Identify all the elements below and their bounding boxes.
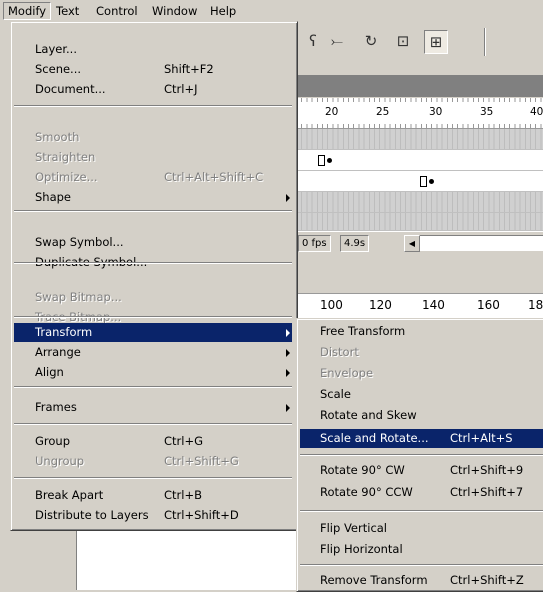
ruler-label: 25	[376, 106, 390, 118]
menu-item-align[interactable]: Align	[14, 363, 292, 382]
menu-separator	[14, 262, 292, 264]
menu-item-scene[interactable]: Scene... Shift+F2	[14, 60, 292, 79]
menu-item-swap-symbol[interactable]: Swap Symbol...	[14, 233, 292, 252]
menu-item-arrange[interactable]: Arrange	[14, 343, 292, 362]
elapsed-time-readout: 4.9s	[340, 235, 370, 252]
ruler-label: 20	[325, 106, 339, 118]
ruler-label: 35	[480, 106, 494, 118]
menu-item-swap-bitmap[interactable]: Swap Bitmap...	[14, 288, 292, 307]
timeline-scrollbar[interactable]	[420, 235, 543, 251]
submenu-arrow-icon	[286, 329, 290, 337]
stage-ruler: 100 120 140 160 180	[296, 293, 543, 318]
submenu-arrow-icon	[286, 369, 290, 377]
keyframe[interactable]	[318, 155, 325, 166]
menu-item-rotate-90-cw[interactable]: Rotate 90° CW Ctrl+Shift+9	[300, 461, 543, 480]
canvas-area	[76, 530, 297, 590]
menu-item-flip-vertical[interactable]: Flip Vertical	[300, 519, 543, 538]
timeline-status-bar: 0 fps 4.9s ◀	[296, 231, 543, 254]
menu-item-straighten[interactable]: Straighten	[14, 148, 292, 167]
menu-separator	[14, 210, 292, 212]
menu-item-free-transform[interactable]: Free Transform	[300, 322, 543, 341]
menu-item-envelope[interactable]: Envelope	[300, 364, 543, 383]
menu-item-rotate-and-skew[interactable]: Rotate and Skew	[300, 406, 543, 425]
menu-item-group[interactable]: Group Ctrl+G	[14, 432, 292, 451]
layer-row[interactable]	[296, 192, 543, 213]
menu-item-shape[interactable]: Shape	[14, 188, 292, 207]
layer-row[interactable]	[296, 213, 543, 231]
menu-separator	[14, 423, 292, 425]
menu-item-ungroup[interactable]: Ungroup Ctrl+Shift+G	[14, 452, 292, 471]
menu-item-transform[interactable]: Transform	[14, 323, 292, 342]
keyframe-dot	[327, 158, 332, 163]
menu-item-distort[interactable]: Distort	[300, 343, 543, 362]
scroll-left-arrow-icon[interactable]: ◀	[404, 235, 420, 252]
menu-help[interactable]: Help	[206, 3, 240, 19]
toolbar-separator	[484, 28, 486, 56]
menu-bar: Modify Text Control Window Help	[0, 0, 543, 22]
fps-readout: 0 fps	[298, 235, 331, 252]
transform-submenu: Free Transform Distort Envelope Scale Ro…	[296, 318, 543, 592]
menu-item-scale[interactable]: Scale	[300, 385, 543, 404]
scale-icon[interactable]: ⊡	[392, 30, 414, 52]
layer-row[interactable]	[296, 150, 543, 171]
menu-item-frames[interactable]: Frames	[14, 398, 292, 417]
menu-item-flip-horizontal[interactable]: Flip Horizontal	[300, 540, 543, 559]
menu-item-distribute-to-layers[interactable]: Distribute to Layers Ctrl+Shift+D	[14, 506, 292, 525]
main-toolbar: ʕ ⤚ ↻ ⊡ ⊞	[296, 22, 543, 74]
keyframe[interactable]	[420, 176, 427, 187]
menu-text[interactable]: Text	[52, 3, 83, 19]
menu-separator	[300, 564, 543, 566]
submenu-arrow-icon	[286, 349, 290, 357]
keyframe-dot	[429, 179, 434, 184]
menu-item-smooth[interactable]: Smooth	[14, 128, 292, 147]
menu-item-scale-and-rotate[interactable]: Scale and Rotate... Ctrl+Alt+S	[300, 429, 543, 448]
menu-separator	[14, 386, 292, 388]
submenu-arrow-icon	[286, 194, 290, 202]
ruler-ticks-bottom	[296, 124, 543, 128]
menu-control[interactable]: Control	[92, 3, 142, 19]
rotate-icon[interactable]: ↻	[360, 30, 382, 52]
menu-item-break-apart[interactable]: Break Apart Ctrl+B	[14, 486, 292, 505]
menu-item-rotate-90-ccw[interactable]: Rotate 90° CCW Ctrl+Shift+7	[300, 483, 543, 502]
modify-menu: Layer... Scene... Shift+F2 Document... Ctr…	[10, 21, 298, 531]
stage-ruler-label: 180	[528, 298, 543, 312]
stage-ruler-label: 160	[477, 298, 500, 312]
stage-ruler-label: 120	[369, 298, 392, 312]
stage-ruler-label: 100	[320, 298, 343, 312]
stage-ruler-label: 140	[422, 298, 445, 312]
menu-item-document[interactable]: Document... Ctrl+J	[14, 80, 292, 99]
menu-separator	[14, 105, 292, 107]
menu-separator	[14, 316, 292, 318]
smooth-curve-icon[interactable]: ʕ	[302, 30, 324, 52]
menu-item-layer[interactable]: Layer...	[14, 40, 292, 59]
menu-separator	[300, 454, 543, 456]
menu-separator	[300, 510, 543, 512]
menu-item-remove-transform[interactable]: Remove Transform Ctrl+Shift+Z	[300, 571, 543, 590]
timeline-ruler[interactable]: 20 25 30 35 40	[296, 98, 543, 129]
submenu-arrow-icon	[286, 404, 290, 412]
straighten-icon[interactable]: ⤚	[326, 30, 348, 52]
ruler-label: 30	[429, 106, 443, 118]
menu-item-optimize[interactable]: Optimize... Ctrl+Alt+Shift+C	[14, 168, 292, 187]
layer-row[interactable]	[296, 171, 543, 192]
menu-separator	[14, 477, 292, 479]
menu-window[interactable]: Window	[148, 3, 201, 19]
snap-align-icon[interactable]: ⊞	[424, 30, 448, 54]
menu-modify[interactable]: Modify	[3, 2, 52, 20]
timeline-header	[296, 75, 543, 97]
layer-row[interactable]	[296, 129, 543, 150]
ruler-label: 40	[530, 106, 543, 118]
